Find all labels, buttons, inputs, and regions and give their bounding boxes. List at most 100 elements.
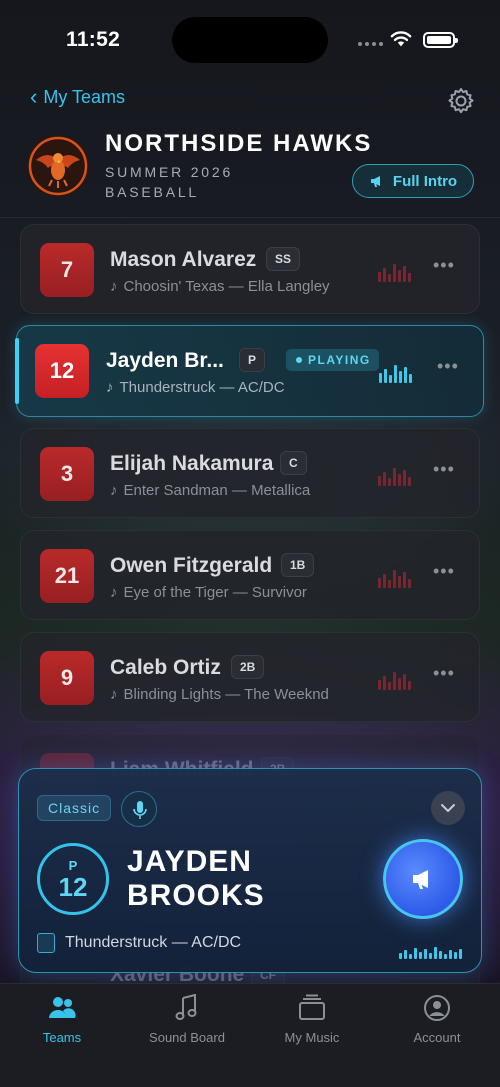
jersey-number: 7 <box>40 243 94 297</box>
waveform-bar <box>393 570 396 588</box>
waveform-bar <box>459 949 462 959</box>
tab-label: Teams <box>42 1030 82 1045</box>
player-row[interactable]: 7 Mason Alvarez SS ♪ Choosin' Texas — Ell… <box>20 224 480 314</box>
waveform-bar <box>409 954 412 959</box>
player-number-ring: P 12 <box>37 843 109 915</box>
more-options-icon[interactable]: ••• <box>433 459 455 480</box>
tab-teams[interactable]: Teams <box>12 994 112 1045</box>
player-row[interactable]: 3 Elijah Nakamura C ♪ Enter Sandman — Met… <box>20 428 480 518</box>
player-row[interactable]: 21 Owen Fitzgerald 1B ♪ Eye of the Tiger … <box>20 530 480 620</box>
playing-badge: PLAYING <box>286 349 379 371</box>
player-name: Jayden Br... <box>106 349 224 372</box>
megaphone-icon <box>370 176 380 187</box>
player-name: Elijah Nakamura <box>110 452 274 475</box>
more-options-icon[interactable]: ••• <box>433 561 455 582</box>
music-note-icon: ♪ <box>110 482 118 499</box>
waveform-bar <box>429 953 432 959</box>
playing-label: PLAYING <box>308 353 371 367</box>
back-label: My Teams <box>43 86 126 107</box>
phone-icon <box>37 933 55 953</box>
mode-badge[interactable]: Classic <box>37 795 112 821</box>
jersey-number: 3 <box>40 447 94 501</box>
jersey-number: 21 <box>40 549 94 603</box>
tab-label: Sound Board <box>149 1030 225 1045</box>
back-button[interactable]: ‹ My Teams <box>30 86 125 108</box>
player-row-playing[interactable]: 12 Jayden Br... P PLAYING ♪ Thunderstruck… <box>15 325 484 417</box>
waveform-bar <box>408 681 411 690</box>
position-badge: C <box>280 451 307 475</box>
waveform-bar <box>403 674 406 690</box>
song-title: Thunderstruck — AC/DC <box>119 379 285 396</box>
wifi-icon <box>390 31 412 47</box>
status-time: 11:52 <box>66 28 121 51</box>
team-sport: BASEBALL <box>105 184 199 200</box>
chevron-left-icon: ‹ <box>30 84 38 109</box>
tab-sound-board[interactable]: Sound Board <box>137 994 237 1045</box>
waveform-bar <box>419 952 422 959</box>
waveform-bar <box>388 580 391 588</box>
waveform-bar <box>398 678 401 690</box>
team-season: SUMMER 2026 <box>105 164 234 180</box>
waveform-bar <box>393 468 396 486</box>
mic-button[interactable] <box>121 791 157 827</box>
waveform-bar <box>398 474 401 486</box>
waveform-bar <box>409 374 412 383</box>
tab-my-music[interactable]: My Music <box>262 994 362 1045</box>
people-icon <box>49 997 76 1018</box>
waveform-bar <box>399 371 402 383</box>
waveform-bar <box>398 270 401 282</box>
waveform-bar <box>388 478 391 486</box>
now-playing-panel[interactable]: Classic P 12 JAYDEN BROOKS Thunderstruck… <box>18 768 482 973</box>
walkup-song: ♪ Choosin' Texas — Ella Langley <box>110 278 330 295</box>
waveform-icon <box>378 262 412 282</box>
waveform-bar <box>399 953 402 959</box>
name-line-1: JAYDEN <box>127 845 252 878</box>
waveform-bar <box>403 470 406 486</box>
more-options-icon[interactable]: ••• <box>433 663 455 684</box>
collapse-button[interactable] <box>431 791 465 825</box>
full-intro-button[interactable]: Full Intro <box>352 164 474 198</box>
waveform-bar <box>378 272 381 282</box>
player-name: Caleb Ortiz <box>110 656 221 679</box>
waveform-bar <box>389 375 392 383</box>
name-line-2: BROOKS <box>127 879 265 912</box>
megaphone-icon <box>413 870 428 889</box>
gear-icon[interactable] <box>446 86 476 116</box>
library-icon <box>299 994 325 1020</box>
waveform-bar <box>393 672 396 690</box>
waveform-icon <box>378 670 412 690</box>
jersey-number: 12 <box>35 344 89 398</box>
player-name: Owen Fitzgerald <box>110 554 273 577</box>
song-title: Choosin' Texas — Ella Langley <box>123 278 330 295</box>
more-options-icon[interactable]: ••• <box>437 356 459 377</box>
song-title: Eye of the Tiger — Survivor <box>123 584 307 601</box>
music-note-icon: ♪ <box>110 686 118 703</box>
position-badge: P <box>239 348 266 372</box>
chevron-down-icon <box>441 804 455 813</box>
position-badge: 2B <box>231 655 265 679</box>
team-logo <box>27 135 89 197</box>
waveform-bar <box>388 682 391 690</box>
waveform-bar <box>408 477 411 486</box>
tab-label: My Music <box>284 1030 340 1045</box>
playing-dot-icon <box>296 357 302 363</box>
waveform-bar <box>393 264 396 282</box>
tab-bar: Teams Sound Board My Music Account <box>0 983 500 1087</box>
full-intro-label: Full Intro <box>392 172 458 190</box>
waveform-bar <box>398 576 401 588</box>
waveform-icon <box>399 947 465 959</box>
announce-button[interactable] <box>383 839 463 919</box>
waveform-bar <box>449 950 452 959</box>
waveform-bar <box>454 952 457 959</box>
waveform-bar <box>394 365 397 383</box>
tab-account[interactable]: Account <box>387 994 487 1045</box>
player-row[interactable]: 9 Caleb Ortiz 2B ♪ Blinding Lights — The … <box>20 632 480 722</box>
status-bar: 11:52 <box>0 0 500 80</box>
cellular-signal-icon <box>358 40 383 48</box>
walkup-song: ♪ Eye of the Tiger — Survivor <box>110 584 307 601</box>
song-title: Enter Sandman — Metallica <box>123 482 311 499</box>
more-options-icon[interactable]: ••• <box>433 255 455 276</box>
header-divider <box>0 217 500 218</box>
waveform-bar <box>403 266 406 282</box>
waveform-icon <box>378 466 412 486</box>
